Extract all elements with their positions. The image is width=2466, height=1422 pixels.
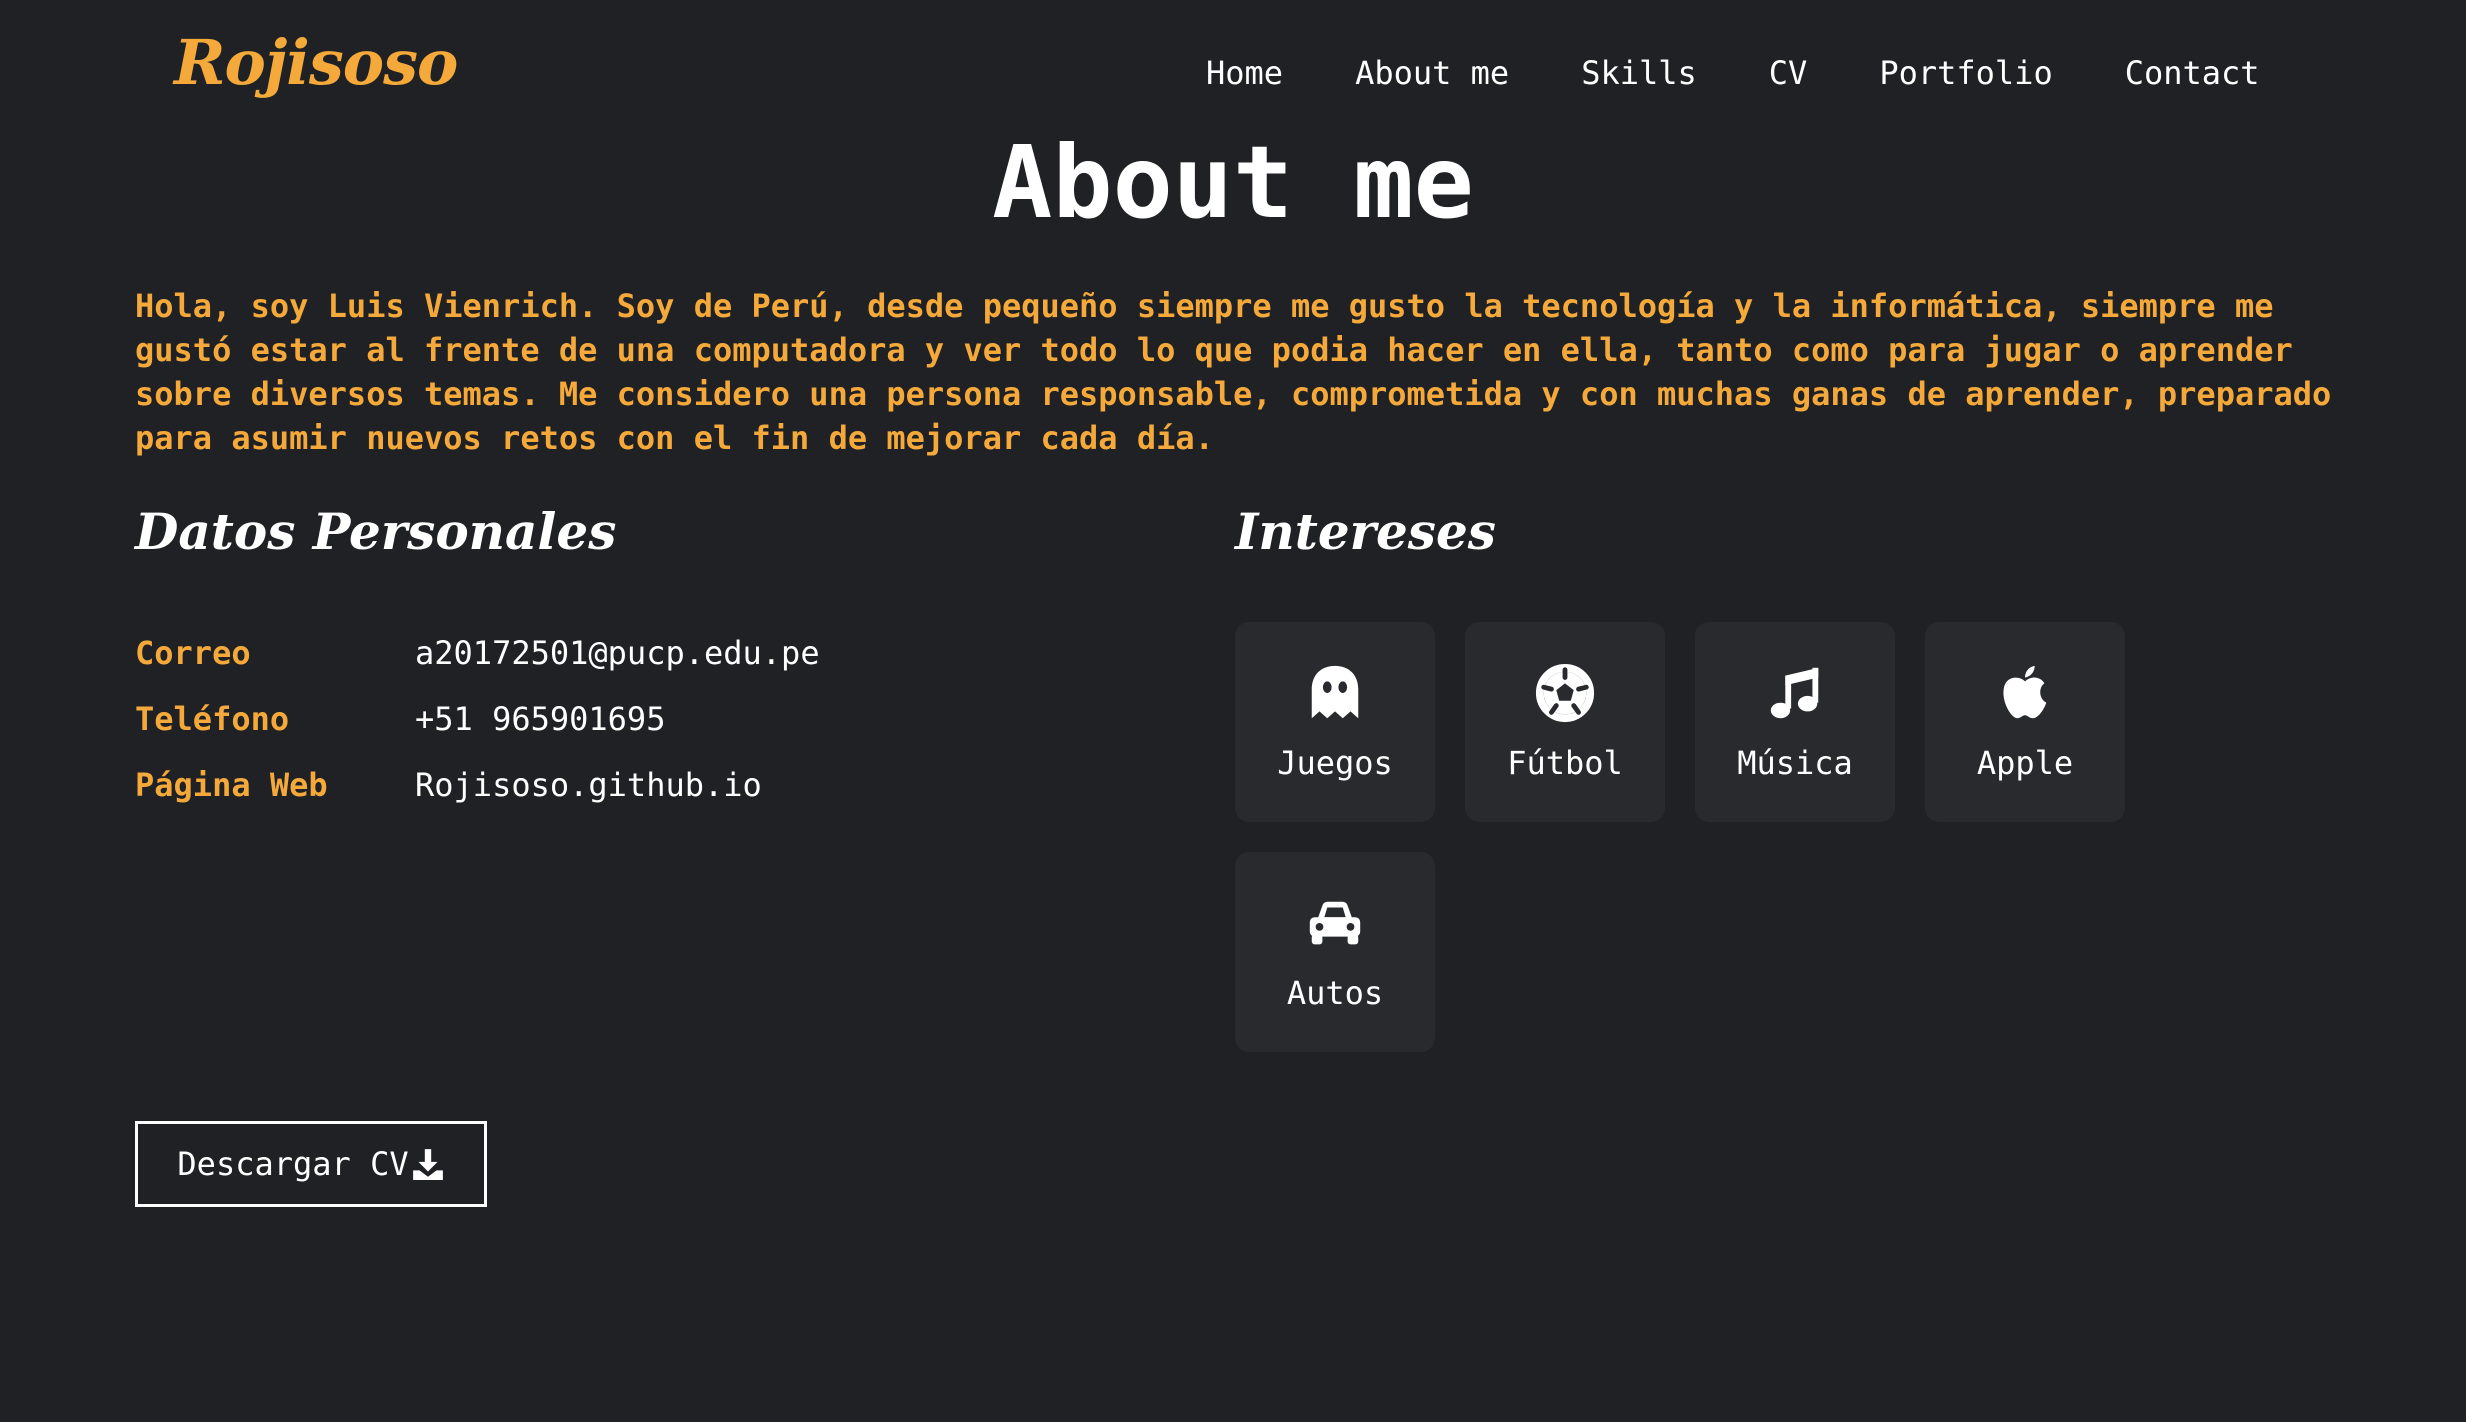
nav-item-contact[interactable]: Contact	[2089, 50, 2296, 96]
interest-card-futbol[interactable]: Fútbol	[1465, 622, 1665, 822]
interest-card-juegos[interactable]: Juegos	[1235, 622, 1435, 822]
info-label: Página Web	[135, 766, 328, 804]
soccer-ball-icon	[1535, 663, 1595, 723]
interest-label: Autos	[1286, 974, 1384, 1012]
interests-grid: Juegos Fútbol Música Apple Autos	[1235, 622, 2195, 1052]
main-nav: Home About me Skills CV Portfolio Contac…	[1166, 50, 2296, 96]
info-row-website: Página Web Rojisoso.github.io	[135, 752, 820, 818]
download-cv-label: Descargar CV	[177, 1145, 409, 1183]
music-note-icon	[1770, 667, 1819, 719]
site-logo[interactable]: Rojisoso	[174, 32, 458, 94]
phone-value: +51 965901695	[415, 700, 666, 738]
interest-card-apple[interactable]: Apple	[1925, 622, 2125, 822]
intro-paragraph: Hola, soy Luis Vienrich. Soy de Perú, de…	[135, 287, 2332, 457]
info-row-email: Correo a20172501@pucp.edu.pe	[135, 620, 820, 686]
car-icon	[1309, 901, 1361, 945]
interest-label: Música	[1737, 744, 1853, 782]
download-icon	[412, 1149, 443, 1180]
page-title: About me	[992, 124, 1474, 241]
interest-card-autos[interactable]: Autos	[1235, 852, 1435, 1052]
interest-label: Juegos	[1277, 744, 1393, 782]
website-value: Rojisoso.github.io	[415, 766, 762, 804]
interest-label: Apple	[1976, 744, 2074, 782]
page: Rojisoso Home About me Skills CV Portfol…	[0, 0, 2466, 1422]
nav-item-skills[interactable]: Skills	[1545, 50, 1733, 96]
nav-item-home[interactable]: Home	[1166, 50, 1319, 96]
email-value: a20172501@pucp.edu.pe	[415, 634, 820, 672]
info-label: Teléfono	[135, 700, 290, 738]
interest-label: Fútbol	[1507, 744, 1623, 782]
info-label: Correo	[135, 634, 251, 672]
ghost-icon	[1311, 665, 1359, 719]
interest-card-musica[interactable]: Música	[1695, 622, 1895, 822]
info-row-phone: Teléfono +51 965901695	[135, 686, 820, 752]
apple-icon	[2003, 665, 2047, 719]
nav-item-cv[interactable]: CV	[1733, 50, 1844, 96]
download-cv-button[interactable]: Descargar CV	[135, 1121, 487, 1207]
personal-data-list: Correo a20172501@pucp.edu.pe Teléfono +5…	[135, 620, 820, 818]
interests-heading: Intereses	[1235, 502, 1496, 561]
nav-item-portfolio[interactable]: Portfolio	[1843, 50, 2088, 96]
nav-item-about-me[interactable]: About me	[1319, 50, 1545, 96]
personal-data-heading: Datos Personales	[135, 502, 617, 561]
